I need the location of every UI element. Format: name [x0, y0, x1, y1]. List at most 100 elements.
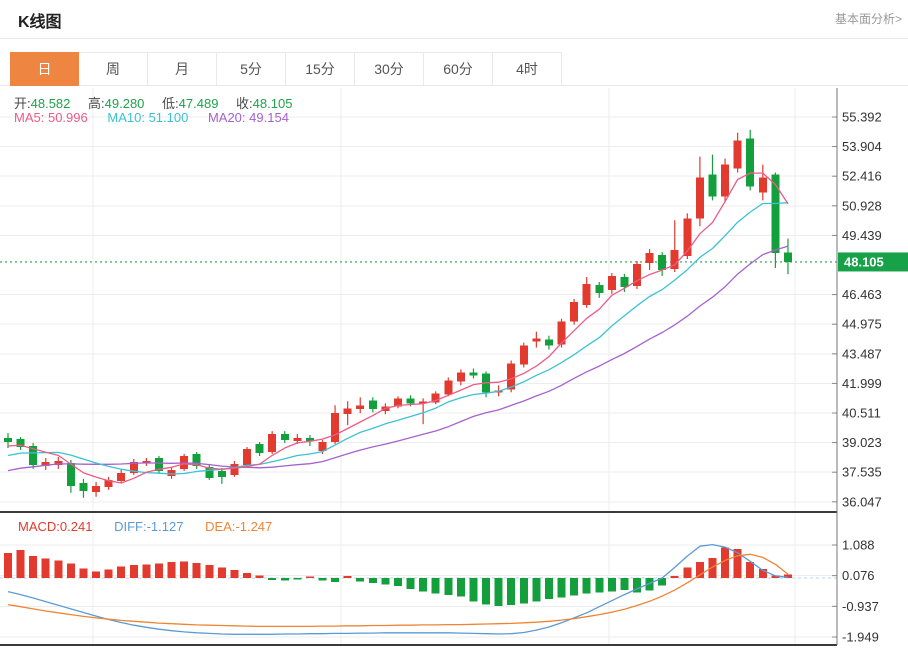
candle[interactable]: [658, 255, 666, 270]
macd-bar[interactable]: [356, 578, 364, 581]
candle[interactable]: [721, 165, 729, 197]
macd-bar[interactable]: [79, 568, 87, 578]
macd-bar[interactable]: [558, 578, 566, 597]
fundamental-analysis-link[interactable]: 基本面分析>: [835, 10, 902, 27]
candle[interactable]: [344, 408, 352, 414]
period-tab-1[interactable]: 周: [79, 52, 148, 86]
period-tab-4[interactable]: 15分: [286, 52, 355, 86]
candle[interactable]: [4, 438, 12, 442]
candle[interactable]: [784, 252, 792, 261]
macd-bar[interactable]: [507, 578, 515, 605]
candle[interactable]: [545, 340, 553, 346]
macd-bar[interactable]: [495, 578, 503, 606]
macd-bar[interactable]: [42, 559, 50, 578]
candle[interactable]: [356, 405, 364, 409]
macd-bar[interactable]: [205, 565, 213, 578]
candle[interactable]: [407, 398, 415, 403]
candle[interactable]: [268, 434, 276, 452]
macd-bar[interactable]: [29, 556, 37, 578]
macd-bar[interactable]: [130, 565, 138, 578]
candle[interactable]: [734, 141, 742, 169]
candle[interactable]: [230, 464, 238, 475]
candle[interactable]: [520, 346, 528, 365]
macd-bar[interactable]: [482, 578, 490, 605]
macd-bar[interactable]: [168, 562, 176, 578]
macd-bar[interactable]: [67, 563, 75, 578]
macd-bar[interactable]: [193, 563, 201, 578]
candle[interactable]: [293, 438, 301, 441]
period-tab-7[interactable]: 4时: [493, 52, 562, 86]
macd-bar[interactable]: [105, 569, 113, 577]
candle[interactable]: [570, 302, 578, 322]
macd-bar[interactable]: [620, 578, 628, 590]
macd-bar[interactable]: [155, 563, 163, 578]
macd-bar[interactable]: [444, 578, 452, 595]
macd-bar[interactable]: [331, 578, 339, 582]
macd-bar[interactable]: [256, 576, 264, 578]
macd-bar[interactable]: [381, 578, 389, 585]
candle[interactable]: [646, 253, 654, 263]
candle[interactable]: [759, 178, 767, 193]
candle[interactable]: [243, 449, 251, 465]
macd-bar[interactable]: [268, 578, 276, 580]
macd-bar[interactable]: [180, 562, 188, 578]
candle[interactable]: [281, 434, 289, 440]
candle[interactable]: [708, 175, 716, 197]
candle[interactable]: [218, 471, 226, 477]
candle[interactable]: [444, 380, 452, 394]
candle[interactable]: [469, 372, 477, 375]
macd-bar[interactable]: [595, 578, 603, 593]
macd-bar[interactable]: [432, 578, 440, 594]
candle[interactable]: [558, 322, 566, 345]
macd-bar[interactable]: [721, 548, 729, 578]
macd-bar[interactable]: [281, 578, 289, 581]
macd-bar[interactable]: [230, 570, 238, 578]
macd-bar[interactable]: [532, 578, 540, 601]
macd-bar[interactable]: [54, 560, 62, 578]
macd-bar[interactable]: [469, 578, 477, 602]
macd-bar[interactable]: [419, 578, 427, 592]
period-tab-6[interactable]: 60分: [424, 52, 493, 86]
candle[interactable]: [92, 486, 100, 492]
macd-bar[interactable]: [570, 578, 578, 596]
macd-bar[interactable]: [92, 571, 100, 578]
kline-chart-canvas[interactable]: 55.39253.90452.41650.92849.43946.46344.9…: [0, 86, 908, 650]
macd-bar[interactable]: [142, 565, 150, 578]
macd-bar[interactable]: [608, 578, 616, 591]
candle[interactable]: [595, 285, 603, 293]
macd-bar[interactable]: [117, 566, 125, 578]
candle[interactable]: [168, 470, 176, 476]
macd-bar[interactable]: [583, 578, 591, 594]
macd-bar[interactable]: [457, 578, 465, 597]
candle[interactable]: [620, 277, 628, 287]
period-tab-3[interactable]: 5分: [217, 52, 286, 86]
candle[interactable]: [457, 372, 465, 381]
candle[interactable]: [369, 400, 377, 409]
candle[interactable]: [532, 339, 540, 342]
candle[interactable]: [746, 139, 754, 187]
macd-bar[interactable]: [746, 562, 754, 578]
macd-bar[interactable]: [306, 576, 314, 578]
macd-bar[interactable]: [671, 576, 679, 578]
macd-bar[interactable]: [407, 578, 415, 589]
macd-bar[interactable]: [17, 550, 25, 578]
candle[interactable]: [117, 473, 125, 481]
macd-bar[interactable]: [545, 578, 553, 599]
macd-bar[interactable]: [243, 573, 251, 578]
period-tab-0[interactable]: 日: [10, 52, 79, 86]
macd-bar[interactable]: [708, 558, 716, 578]
candle[interactable]: [256, 444, 264, 453]
macd-bar[interactable]: [319, 578, 327, 581]
candle[interactable]: [696, 178, 704, 219]
macd-bar[interactable]: [4, 553, 12, 578]
candle[interactable]: [331, 413, 339, 442]
macd-bar[interactable]: [293, 578, 301, 580]
candle[interactable]: [608, 276, 616, 290]
macd-bar[interactable]: [344, 576, 352, 578]
period-tab-5[interactable]: 30分: [355, 52, 424, 86]
candle[interactable]: [583, 284, 591, 305]
macd-bar[interactable]: [369, 578, 377, 583]
macd-bar[interactable]: [218, 568, 226, 578]
macd-bar[interactable]: [520, 578, 528, 604]
period-tab-2[interactable]: 月: [148, 52, 217, 86]
